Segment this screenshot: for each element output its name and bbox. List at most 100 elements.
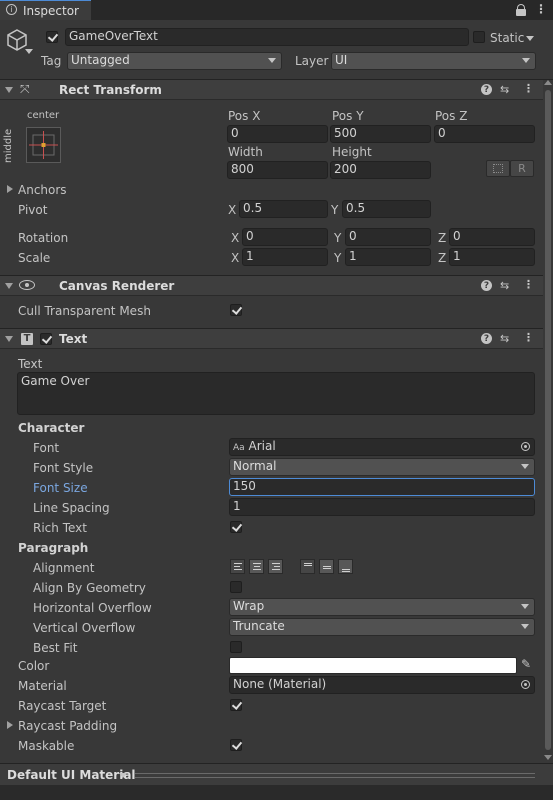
font-style-label: Font Style — [33, 461, 94, 475]
font-style-dropdown[interactable]: Normal — [229, 458, 535, 476]
presets-icon[interactable]: ⇆ — [500, 83, 509, 97]
rect-transform-header[interactable]: ⤧ Rect Transform ? ⇆ ⋮ — [0, 79, 553, 100]
scale-x-field[interactable]: 1 — [242, 248, 328, 266]
font-object-field[interactable]: Aa Arial — [229, 438, 535, 456]
pivot-y-field[interactable]: 0.5 — [342, 200, 431, 218]
material-value: None (Material) — [233, 677, 327, 691]
fold-arrow-icon[interactable] — [5, 336, 13, 342]
chevron-down-icon — [268, 58, 276, 63]
presets-icon[interactable]: ⇆ — [500, 279, 509, 293]
align-by-geometry-checkbox[interactable] — [230, 581, 242, 593]
paragraph-section-label: Paragraph — [18, 541, 89, 555]
help-icon[interactable]: ? — [481, 333, 492, 344]
align-top-button[interactable] — [300, 559, 315, 574]
scale-x-axis-label: X — [231, 251, 240, 265]
object-picker-icon[interactable] — [521, 442, 530, 451]
material-object-field[interactable]: None (Material) — [229, 676, 535, 694]
align-bottom-button[interactable] — [338, 559, 353, 574]
horizontal-overflow-dropdown[interactable]: Wrap — [229, 598, 535, 616]
line-spacing-field[interactable]: 1 — [229, 498, 535, 516]
posz-label: Pos Z — [435, 109, 468, 123]
align-middle-button[interactable] — [319, 559, 334, 574]
tag-dropdown[interactable]: Untagged — [67, 52, 282, 70]
static-checkbox[interactable] — [473, 31, 485, 43]
scrollbar[interactable] — [543, 80, 553, 763]
anchors-label[interactable]: Anchors — [18, 183, 67, 197]
text-field-label: Text — [18, 357, 43, 371]
font-size-field[interactable]: 150 — [229, 478, 535, 496]
fold-arrow-icon[interactable] — [5, 87, 13, 93]
scale-z-field[interactable]: 1 — [449, 248, 535, 266]
fold-arrow-icon[interactable] — [5, 283, 13, 289]
tab-inspector[interactable]: i Inspector — [0, 0, 91, 20]
lock-icon-body — [516, 9, 526, 16]
blueprint-mode-button[interactable] — [486, 160, 510, 177]
object-name-field[interactable]: GameOverText — [65, 28, 469, 46]
anchors-fold-arrow-icon[interactable] — [7, 185, 13, 193]
color-field[interactable] — [229, 657, 517, 674]
object-picker-icon[interactable] — [521, 680, 530, 689]
tag-label: Tag — [41, 54, 62, 68]
chevron-down-icon — [522, 58, 530, 63]
rotation-y-field[interactable]: 0 — [345, 228, 431, 246]
scale-y-field[interactable]: 1 — [345, 248, 431, 266]
height-field[interactable]: 200 — [330, 161, 431, 179]
static-dropdown-caret[interactable] — [526, 36, 534, 41]
color-label: Color — [18, 659, 50, 673]
vertical-overflow-dropdown[interactable]: Truncate — [229, 618, 535, 636]
posx-field[interactable]: 0 — [227, 125, 328, 143]
align-right-button[interactable] — [268, 559, 283, 574]
layer-dropdown[interactable]: UI — [331, 52, 536, 70]
maskable-checkbox[interactable] — [230, 739, 243, 751]
rich-text-checkbox[interactable] — [230, 521, 243, 533]
align-left-button[interactable] — [230, 559, 245, 574]
chevron-down-icon[interactable] — [119, 773, 127, 778]
raw-edit-button[interactable]: R — [510, 160, 534, 177]
component-menu-icon[interactable]: ⋮ — [523, 331, 534, 345]
scrollbar-thumb[interactable] — [545, 90, 551, 750]
rot-z-axis-label: Z — [438, 231, 447, 245]
text-component-header[interactable]: T Text ? ⇆ ⋮ — [0, 328, 553, 349]
text-enabled-checkbox[interactable] — [40, 333, 53, 345]
posz-field[interactable]: 0 — [434, 125, 535, 143]
help-icon[interactable]: ? — [481, 84, 492, 95]
layer-value: UI — [335, 53, 348, 67]
eyedropper-icon[interactable]: ✎ — [521, 657, 531, 671]
text-area[interactable]: Game Over — [17, 372, 535, 415]
scroll-up-arrow-icon[interactable] — [544, 80, 552, 85]
component-menu-icon[interactable]: ⋮ — [523, 278, 534, 292]
font-label: Font — [33, 441, 60, 455]
tab-title: Inspector — [23, 4, 79, 18]
component-menu-icon[interactable]: ⋮ — [523, 82, 534, 96]
chevron-down-icon — [521, 624, 529, 629]
posy-field[interactable]: 500 — [330, 125, 431, 143]
help-icon[interactable]: ? — [481, 280, 492, 291]
anchor-presets-button[interactable] — [26, 127, 61, 163]
font-size-label: Font Size — [33, 481, 88, 495]
resize-handle[interactable] — [135, 773, 535, 778]
align-center-button[interactable] — [249, 559, 264, 574]
default-ui-material-label[interactable]: Default UI Material — [7, 768, 136, 782]
raycast-target-checkbox[interactable] — [230, 699, 243, 711]
raycast-padding-fold-arrow-icon[interactable] — [7, 721, 13, 729]
canvas-renderer-header[interactable]: Canvas Renderer ? ⇆ ⋮ — [0, 275, 553, 296]
vertical-overflow-label: Vertical Overflow — [33, 621, 136, 635]
pivot-x-field[interactable]: 0.5 — [239, 200, 328, 218]
gameobject-icon-dropdown[interactable] — [25, 49, 33, 54]
active-checkbox[interactable] — [46, 31, 59, 43]
presets-icon[interactable]: ⇆ — [500, 332, 509, 346]
scroll-down-arrow-icon[interactable] — [544, 755, 552, 760]
horizontal-overflow-value: Wrap — [233, 599, 265, 613]
rotation-z-field[interactable]: 0 — [449, 228, 535, 246]
rotation-x-field[interactable]: 0 — [242, 228, 328, 246]
more-menu-icon[interactable]: ⋮ — [535, 2, 547, 16]
best-fit-checkbox[interactable] — [230, 641, 242, 653]
material-preview-header[interactable]: Default UI Material — [0, 763, 553, 785]
rot-x-axis-label: X — [231, 231, 240, 245]
font-asset-icon: Aa — [233, 443, 245, 453]
font-value: Arial — [248, 439, 276, 453]
width-field[interactable]: 800 — [227, 161, 328, 179]
best-fit-label: Best Fit — [33, 641, 78, 655]
cull-transparent-mesh-checkbox[interactable] — [230, 304, 243, 316]
raycast-padding-label[interactable]: Raycast Padding — [18, 719, 117, 733]
